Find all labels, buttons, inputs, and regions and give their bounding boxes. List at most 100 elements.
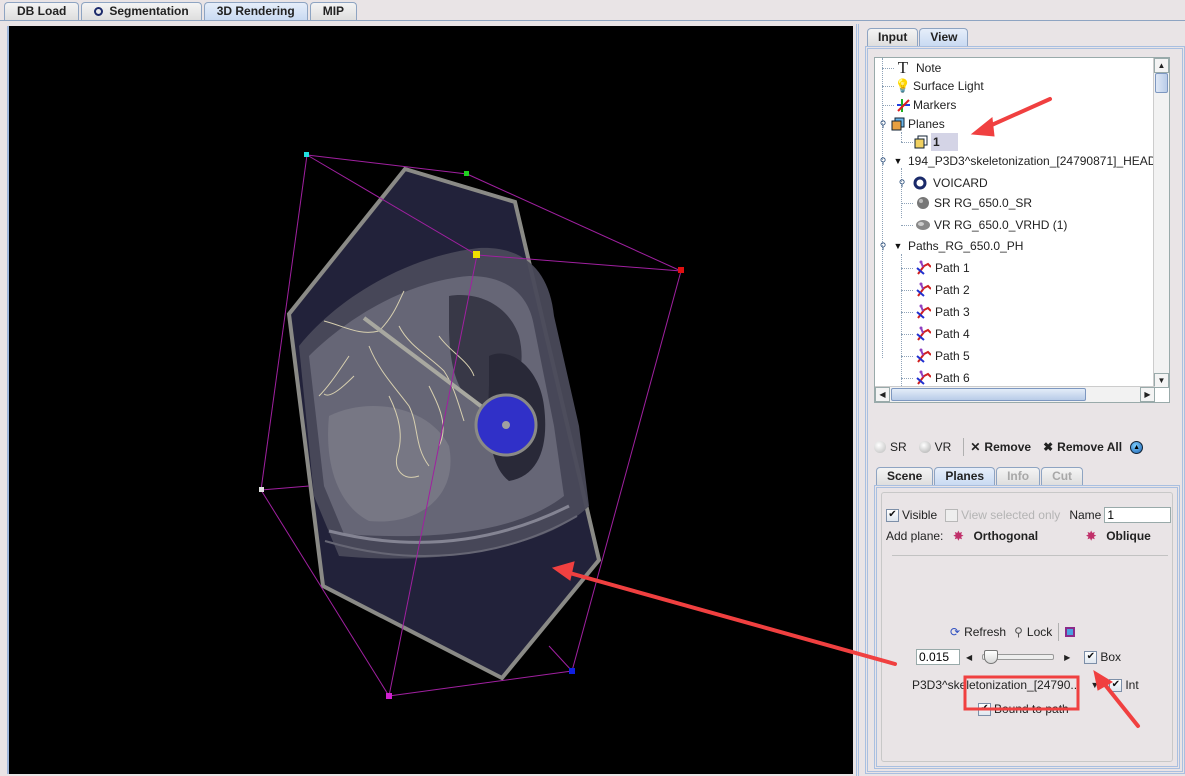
add-vr-button[interactable]: VR [918,440,952,454]
add-oblique-button[interactable]: ✸ Oblique [1086,529,1151,543]
slider-increment-icon[interactable]: ▶ [1064,653,1070,662]
tree-item-dataset[interactable]: ⚲ ▼ 194_P3D3^skeletonization_[24790871]_… [878,152,1167,170]
toolbar-separator [963,438,965,456]
tab-planes[interactable]: Planes [934,467,996,485]
tree-item-paths[interactable]: ⚲ ▼ Paths_RG_650.0_PH [878,237,1024,255]
box-handle-magenta[interactable] [386,693,392,699]
visible-checkbox[interactable]: ✔ [886,508,899,522]
expand-handle-icon[interactable]: ⚲ [878,156,888,166]
tab-segmentation[interactable]: Segmentation [81,2,202,20]
tree-horizontal-scrollbar[interactable]: ◀ ▶ [875,386,1155,402]
tree-vertical-scrollbar[interactable]: ▲ ▼ [1153,58,1169,388]
tree-item-planes[interactable]: ⚲ Planes [878,115,945,133]
tree-item-path[interactable]: Path 4 [915,325,970,343]
tree-item-markers[interactable]: Markers [895,96,956,114]
surface-render-icon [915,195,931,211]
box-handle-green[interactable] [464,171,469,176]
slider-decrement-icon[interactable]: ◀ [966,653,972,662]
button-label: VR [934,440,952,454]
tree-item-path[interactable]: Path 3 [915,303,970,321]
collapse-triangle-icon[interactable]: ▼ [893,156,903,166]
tree-guide [901,225,913,226]
tab-input[interactable]: Input [867,28,919,46]
tree-item-voicard[interactable]: ⚲ VOICARD [897,174,988,192]
int-checkbox[interactable]: ✔ [1109,678,1123,692]
tree-item-note[interactable]: T Note [895,59,942,77]
scroll-thumb[interactable] [1155,73,1168,93]
collapse-triangle-icon[interactable]: ▼ [893,241,903,251]
opacity-input[interactable] [916,649,960,665]
add-plane-star-icon: ✸ [1086,529,1097,543]
path-icon [915,370,931,386]
add-sr-button[interactable]: SR [874,440,907,454]
tab-info[interactable]: Info [996,467,1041,485]
box-handle-blue[interactable] [569,668,575,674]
view-selected-only-checkbox[interactable] [945,508,959,522]
box-handle-white[interactable] [259,487,264,492]
tree-item-vr[interactable]: VR RG_650.0_VRHD (1) [915,216,1067,234]
add-plane-row: Add plane: ✸ Orthogonal ✸ Oblique [886,529,1163,543]
3d-viewport[interactable] [7,26,853,774]
tree-item-path[interactable]: Path 1 [915,259,970,277]
pin-icon: ⚲ [1014,625,1023,639]
planes-panel: ✔ Visible View selected only Name Add pl… [874,485,1180,769]
box-handle-cyan[interactable] [304,152,309,157]
box-handle-yellow[interactable] [473,251,480,258]
input-view-tabs: Input View [867,28,969,46]
dropdown-arrow-icon[interactable]: ▼ [1090,680,1099,690]
box-checkbox[interactable]: ✔ [1084,650,1098,664]
slider-thumb[interactable] [984,650,999,664]
tab-cut[interactable]: Cut [1041,467,1084,485]
expand-handle-icon[interactable]: ⚲ [897,178,907,188]
tree-guide [901,312,913,313]
scroll-up-button[interactable]: ▲ [1154,58,1169,73]
scene-planes-tabs: Scene Planes Info Cut [876,467,1084,485]
tree-item-sr[interactable]: SR RG_650.0_SR [915,194,1032,212]
tree-item-path[interactable]: Path 6 [915,369,970,387]
scroll-right-button[interactable]: ▶ [1140,387,1155,402]
tab-label: Segmentation [109,4,189,18]
tree-item-path[interactable]: Path 2 [915,281,970,299]
button-label: Lock [1026,625,1053,639]
series-select[interactable]: P3D3^skeletonization_[24790... [912,678,1080,692]
scene-tree[interactable]: T Note 💡 Surface Light Markers ⚲ Planes … [874,57,1170,403]
expand-handle-icon[interactable]: ⚲ [878,119,888,129]
box-handle-red[interactable] [678,267,684,273]
bound-to-path-checkbox[interactable]: ✔ [978,702,991,716]
tab-mip[interactable]: MIP [309,2,358,20]
tab-label: Cut [1052,469,1073,483]
tree-item-plane-1[interactable]: 1 [913,133,958,151]
path-icon [915,282,931,298]
tree-item-surface-light[interactable]: 💡 Surface Light [895,77,984,95]
tab-scene[interactable]: Scene [876,467,934,485]
tab-view[interactable]: View [919,28,969,46]
tree-guide [882,68,894,69]
refresh-lock-row: ⟳ Refresh ⚲ Lock [950,623,1087,641]
tree-item-label: SR RG_650.0_SR [934,196,1033,210]
expand-handle-icon[interactable]: ⚲ [878,241,888,251]
add-orthogonal-button[interactable]: ✸ Orthogonal [953,529,1038,543]
remove-all-button[interactable]: ✖ Remove All [1043,440,1122,454]
tree-item-label: Path 5 [935,349,970,363]
lock-button[interactable]: ⚲ Lock [1014,625,1052,639]
button-label: Remove [984,440,1032,454]
scroll-thumb[interactable] [891,388,1086,401]
tree-guide [901,378,913,379]
separator [1058,623,1060,641]
tree-item-label: Planes [908,117,945,131]
refresh-button[interactable]: ⟳ Refresh [950,625,1006,639]
collapse-up-icon[interactable]: ▲ [1130,440,1144,454]
opacity-slider[interactable] [982,650,1055,664]
plane-name-input[interactable] [1104,507,1172,523]
tree-guide [882,58,883,358]
remove-button[interactable]: ✕ Remove [970,440,1031,454]
path-icon [915,304,931,320]
tab-3d-rendering[interactable]: 3D Rendering [203,2,308,20]
markers-axes-icon [895,97,911,113]
tab-db-load[interactable]: DB Load [4,2,80,20]
tree-item-path[interactable]: Path 5 [915,347,970,365]
tree-guide [901,356,913,357]
scroll-down-button[interactable]: ▼ [1154,373,1169,388]
fit-box-button[interactable] [1065,627,1076,637]
scroll-left-button[interactable]: ◀ [875,387,890,402]
